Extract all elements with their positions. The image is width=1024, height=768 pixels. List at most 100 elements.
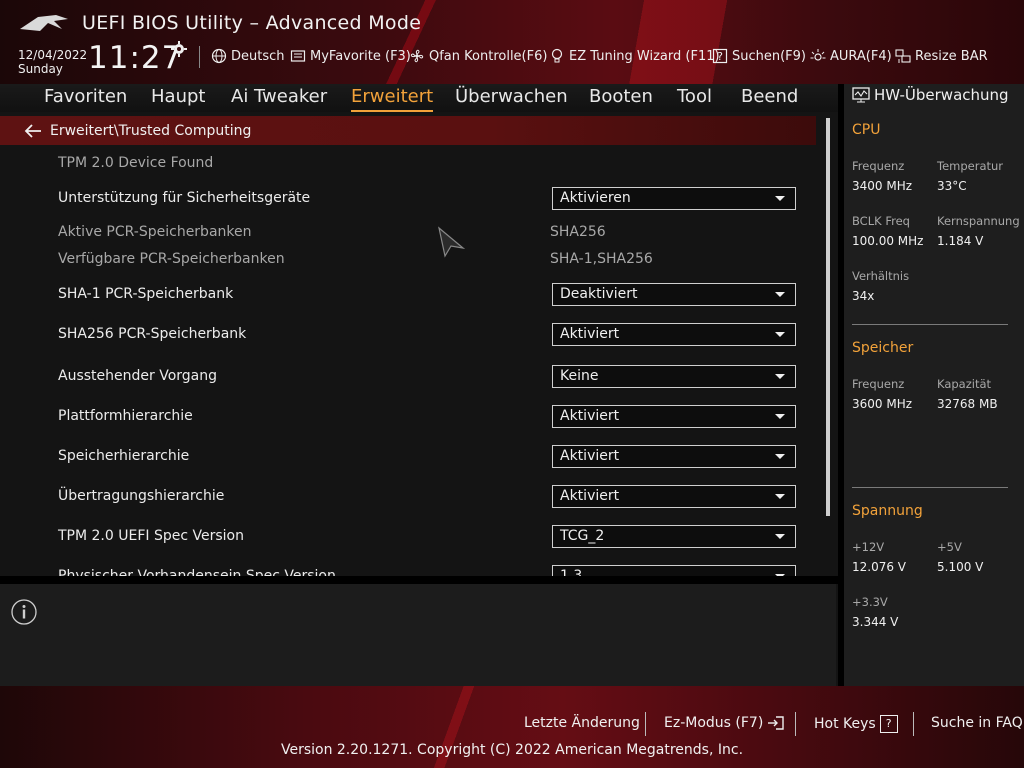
mem-capacity-label: Kapazität <box>937 377 992 391</box>
dropdown-value: TCG_2 <box>560 528 605 544</box>
search-button[interactable]: ? Suchen(F9) <box>712 48 806 64</box>
chevron-down-icon <box>775 454 785 459</box>
mouse-cursor <box>438 226 465 258</box>
cpu-temp-value: 33°C <box>937 179 967 193</box>
hw-title-text: HW-Überwachung <box>874 86 1009 104</box>
myfavorite-button[interactable]: MyFavorite (F3) <box>290 48 411 64</box>
qfan-button[interactable]: Qfan Kontrolle(F6) <box>409 48 547 64</box>
v12-value: 12.076 V <box>852 560 907 574</box>
exit-icon <box>768 716 784 730</box>
platform-hierarchy-dropdown[interactable]: Aktiviert <box>552 405 796 428</box>
setting-row: TPM 2.0 UEFI Spec Version TCG_2 <box>58 525 798 549</box>
tab-haupt[interactable]: Haupt <box>151 84 205 110</box>
ez-mode-button[interactable]: Ez-Modus (F7) <box>664 715 785 731</box>
setting-row: Unterstützung für Sicherheitsgeräte Akti… <box>58 187 798 211</box>
mem-freq-value: 3600 MHz <box>852 397 913 411</box>
favorite-icon <box>290 50 306 62</box>
breadcrumb: Erweitert\Trusted Computing <box>0 116 816 145</box>
chevron-down-icon <box>775 414 785 419</box>
setting-label: Ausstehender Vorgang <box>58 368 217 384</box>
language-button[interactable]: Deutsch <box>211 48 285 64</box>
ratio-label: Verhältnis <box>852 269 910 283</box>
mem-capacity-value: 32768 MB <box>937 397 998 411</box>
dropdown-value: Aktivieren <box>560 190 631 206</box>
tab-favoriten[interactable]: Favoriten <box>44 84 127 110</box>
pending-operation-dropdown[interactable]: Keine <box>552 365 796 388</box>
footer-bar: Letzte Änderung Ez-Modus (F7) Hot Keys ?… <box>0 686 1024 768</box>
aura-label: AURA(F4) <box>830 48 892 64</box>
cpu-temp-label: Temperatur <box>937 159 1004 173</box>
day-text: Sunday <box>18 62 63 76</box>
header-separator <box>199 46 200 68</box>
physical-presence-spec-dropdown[interactable]: 1.3 <box>552 565 796 576</box>
resize-bar-button[interactable]: Resize BAR <box>895 48 988 64</box>
sha1-pcr-bank-dropdown[interactable]: Deaktiviert <box>552 283 796 306</box>
bclk-value: 100.00 MHz <box>852 234 924 248</box>
setting-row: TPM 2.0 Device Found <box>58 152 798 176</box>
back-arrow-icon[interactable] <box>24 123 42 138</box>
tab-beend[interactable]: Beend <box>741 84 798 110</box>
faq-search-button[interactable]: Suche in FAQ <box>931 715 1023 731</box>
gear-icon[interactable] <box>171 41 187 57</box>
chevron-down-icon <box>775 534 785 539</box>
setting-value: SHA256 <box>550 224 606 240</box>
settings-scrollbar[interactable] <box>826 118 830 516</box>
tab-tool[interactable]: Tool <box>677 84 712 110</box>
core-voltage-label: Kernspannung <box>937 214 1020 228</box>
tab-erweitert[interactable]: Erweitert <box>351 84 434 112</box>
help-icon: ? <box>712 48 728 64</box>
hw-section-memory: Speicher <box>852 340 914 356</box>
setting-row: SHA-1 PCR-Speicherbank Deaktiviert <box>58 283 798 307</box>
setting-row: Speicherhierarchie Aktiviert <box>58 445 798 469</box>
hw-monitor-panel: HW-Überwachung CPU Frequenz Temperatur 3… <box>844 84 1024 686</box>
divider <box>852 324 1008 325</box>
monitor-icon <box>852 87 870 103</box>
hw-monitor-title: HW-Überwachung <box>852 86 1009 104</box>
copyright-text: Version 2.20.1271. Copyright (C) 2022 Am… <box>280 742 744 758</box>
tpm-uefi-spec-version-dropdown[interactable]: TCG_2 <box>552 525 796 548</box>
help-info-panel <box>0 584 836 686</box>
setting-label: Plattformhierarchie <box>58 408 193 424</box>
cpu-freq-label: Frequenz <box>852 159 905 173</box>
divider <box>0 576 838 584</box>
hot-keys-button[interactable]: Hot Keys ? <box>814 715 898 733</box>
setting-label: Unterstützung für Sicherheitsgeräte <box>58 190 311 206</box>
core-voltage-value: 1.184 V <box>937 234 984 248</box>
qfan-label: Qfan Kontrolle(F6) <box>429 48 548 64</box>
storage-hierarchy-dropdown[interactable]: Aktiviert <box>552 445 796 468</box>
dropdown-value: Aktiviert <box>560 448 620 464</box>
myfavorite-label: MyFavorite (F3) <box>310 48 411 64</box>
breadcrumb-path: Erweitert\Trusted Computing <box>50 122 252 139</box>
setting-label: Verfügbare PCR-Speicherbanken <box>58 251 285 267</box>
help-key-icon: ? <box>879 715 898 733</box>
tab-booten[interactable]: Booten <box>589 84 653 110</box>
security-device-support-dropdown[interactable]: Aktivieren <box>552 187 796 210</box>
tab-ai-tweaker[interactable]: Ai Tweaker <box>231 84 327 110</box>
setting-label: Übertragungshierarchie <box>58 488 225 504</box>
main-menu-tabs: Favoriten Haupt Ai Tweaker Erweitert Übe… <box>0 84 838 112</box>
language-label: Deutsch <box>231 48 285 64</box>
svg-text:?: ? <box>717 50 723 63</box>
date-text: 12/04/2022 <box>18 48 88 62</box>
v5-label: +5V <box>937 540 962 554</box>
settings-panel: TPM 2.0 Device Found Unterstützung für S… <box>0 146 838 576</box>
rog-logo <box>20 15 68 31</box>
v12-label: +12V <box>852 540 885 554</box>
ez-mode-label: Ez-Modus (F7) <box>664 715 764 731</box>
setting-row: Übertragungshierarchie Aktiviert <box>58 485 798 509</box>
setting-label: Speicherhierarchie <box>58 448 190 464</box>
tab-ueberwachen[interactable]: Überwachen <box>455 84 568 110</box>
ez-tuning-button[interactable]: EZ Tuning Wizard (F11) <box>549 48 720 64</box>
endorsement-hierarchy-dropdown[interactable]: Aktiviert <box>552 485 796 508</box>
aura-button[interactable]: AURA(F4) <box>810 48 892 64</box>
sha256-pcr-bank-dropdown[interactable]: Aktiviert <box>552 323 796 346</box>
dropdown-value: Aktiviert <box>560 408 620 424</box>
dropdown-value: 1.3 <box>560 568 583 576</box>
search-label: Suchen(F9) <box>732 48 807 64</box>
setting-row: Verfügbare PCR-Speicherbanken SHA-1,SHA2… <box>58 248 798 272</box>
last-change-button[interactable]: Letzte Änderung <box>524 715 640 731</box>
ratio-value: 34x <box>852 289 875 303</box>
bclk-label: BCLK Freq <box>852 214 910 228</box>
setting-row: Aktive PCR-Speicherbanken SHA256 <box>58 221 798 245</box>
dropdown-value: Aktiviert <box>560 488 620 504</box>
